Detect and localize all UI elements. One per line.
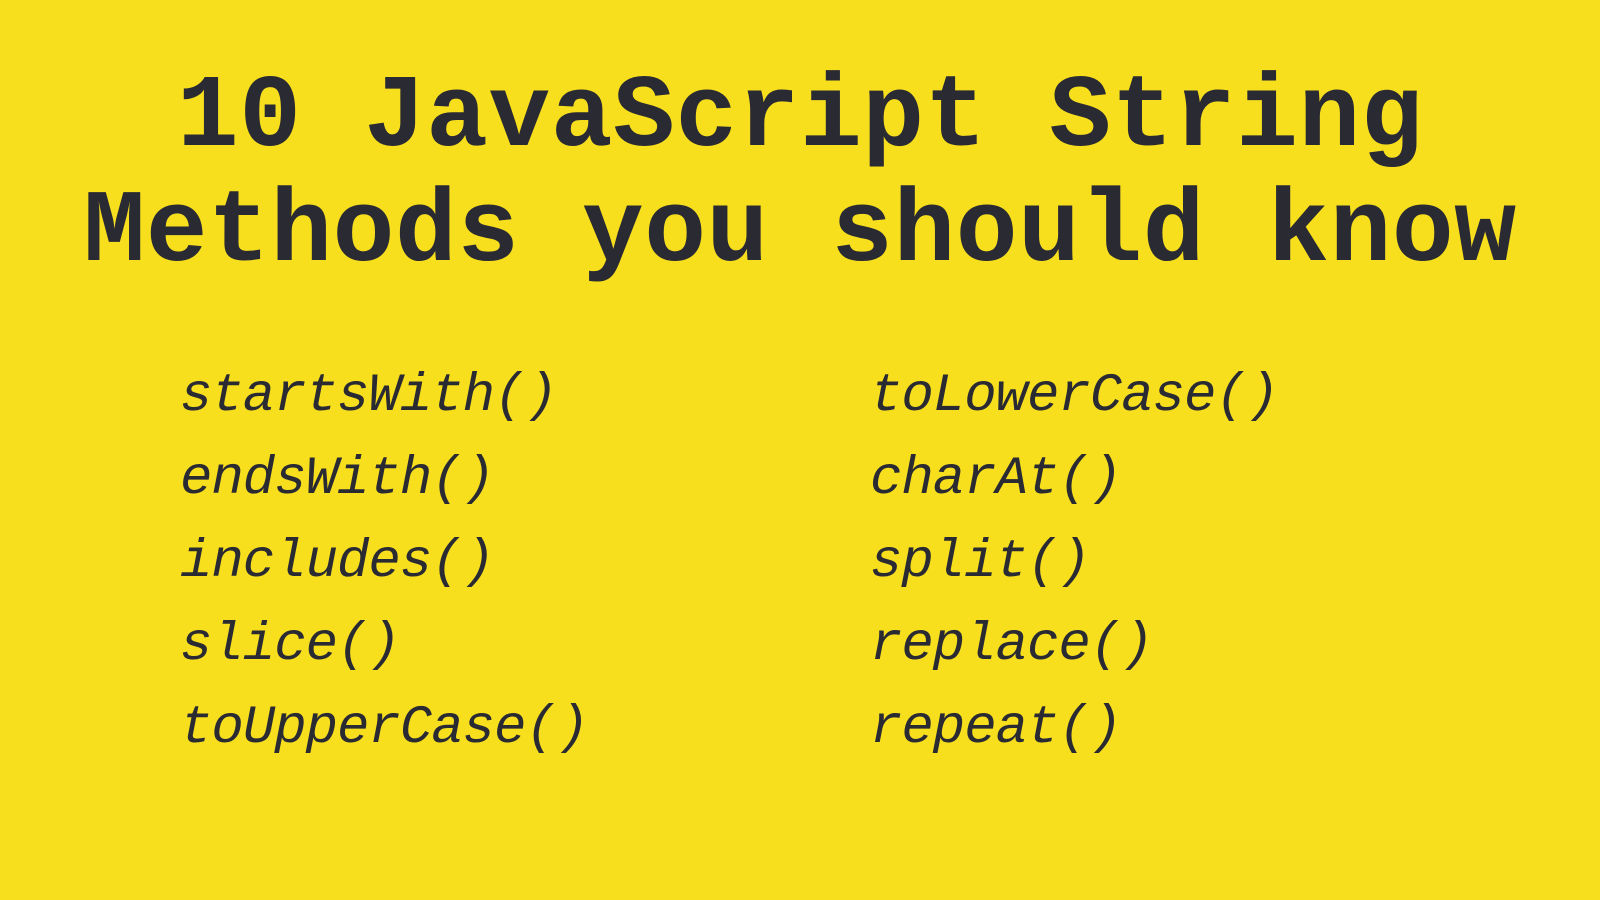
method-item: repeat() [870,698,1470,760]
method-item: replace() [870,615,1470,677]
method-item: charAt() [870,449,1470,511]
method-item: includes() [180,532,870,594]
title-line-2: Methods you should know [0,175,1600,290]
slide-container: 10 JavaScript String Methods you should … [0,0,1600,900]
method-item: slice() [180,615,870,677]
method-item: toLowerCase() [870,366,1470,428]
methods-columns: startsWith() endsWith() includes() slice… [0,366,1600,760]
method-item: split() [870,532,1470,594]
methods-column-left: startsWith() endsWith() includes() slice… [180,366,870,760]
method-item: toUpperCase() [180,698,870,760]
method-item: startsWith() [180,366,870,428]
methods-column-right: toLowerCase() charAt() split() replace()… [870,366,1470,760]
title-line-1: 10 JavaScript String [0,60,1600,175]
method-item: endsWith() [180,449,870,511]
slide-title: 10 JavaScript String Methods you should … [0,60,1600,291]
